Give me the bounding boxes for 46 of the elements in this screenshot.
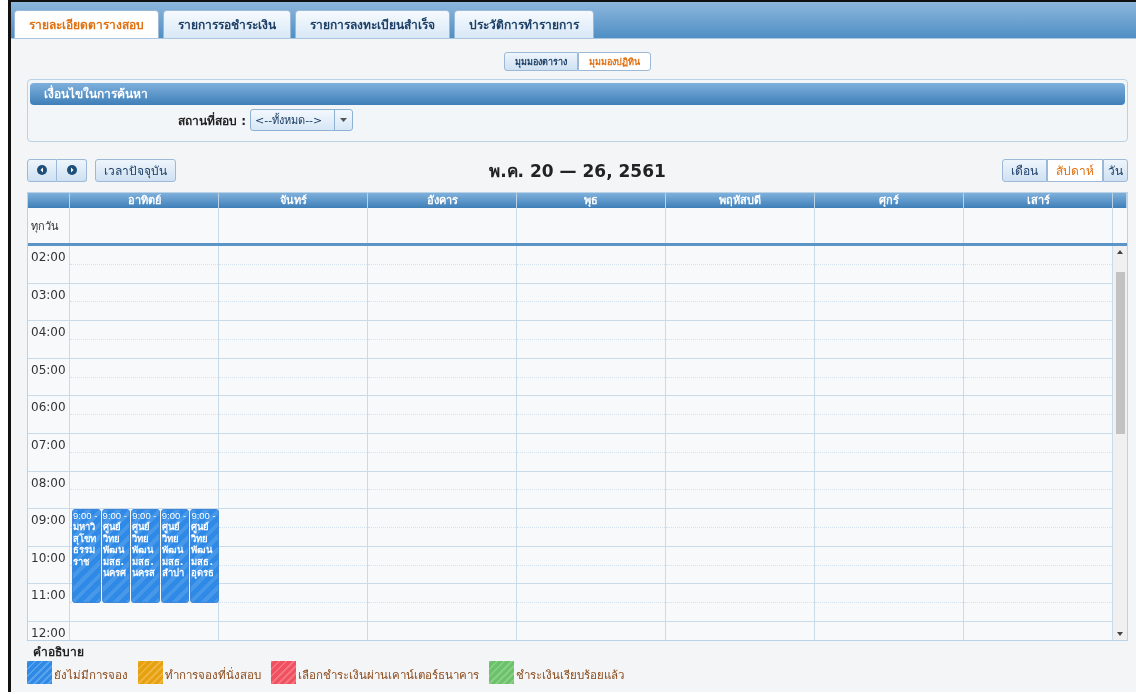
today-button[interactable]: เวลาปัจจุบัน (95, 158, 176, 182)
calendar-event[interactable]: 9:00 - ศูนย์ วิทย พัฒน มสธ. ลำปา (160, 509, 190, 604)
view-button[interactable]: เดือน (1002, 158, 1047, 182)
date-range-title: พ.ค. 20 — 26, 2561 (489, 159, 666, 183)
hour-label: 06:00 (31, 400, 66, 415)
tab[interactable]: รายการรอชำระเงิน (163, 10, 291, 38)
calendar-event[interactable]: 9:00 - ศูนย์ วิทย พัฒน มสธ. อุดรธ (190, 509, 219, 604)
view-toggle-button[interactable]: มุมมองตาราง (504, 52, 578, 71)
legend-label: ทำการจองที่นั่งสอบ (165, 666, 261, 684)
day-header: เสาร์ (964, 193, 1113, 208)
day-header: อังคาร (368, 193, 517, 208)
previous-button[interactable] (27, 158, 57, 182)
hour-label: 08:00 (31, 475, 66, 490)
day-header: พุธ (517, 193, 666, 208)
legend-label: ยังไม่มีการจอง (54, 667, 128, 684)
legend-label: เลือกชำระเงินผ่านเคาน์เตอร์ธนาคาร (298, 667, 479, 684)
hour-label: 04:00 (31, 325, 66, 340)
hour-label: 03:00 (31, 287, 66, 302)
calendar-event[interactable]: 9:00 - ศูนย์ วิทย พัฒน มสธ. นครส (131, 509, 160, 604)
calendar-event[interactable]: 9:00 - ศูนย์ วิทย พัฒน มสธ. นครศ (101, 509, 131, 604)
hour-label: 09:00 (31, 513, 66, 528)
legend-label: ชำระเงินเรียบร้อยแล้ว (516, 667, 624, 684)
calendar-event[interactable]: 9:00 - มหาวิ สุโขท ธรรม ราช (72, 509, 101, 604)
field-label: สถานที่สอบ : (178, 111, 246, 130)
panel-header: เงื่อนไขในการค้นหา (30, 83, 1125, 105)
hour-label: 02:00 (31, 250, 66, 264)
scrollbar[interactable] (1113, 246, 1127, 640)
scroll-down-icon (1117, 632, 1123, 636)
all-day-label: ทุกวัน (28, 208, 70, 243)
day-header: จันทร์ (219, 193, 368, 208)
view-button[interactable]: วัน (1103, 158, 1128, 182)
day-header: อาทิตย์ (70, 193, 219, 208)
tab[interactable]: รายการลงทะเบียนสำเร็จ (295, 10, 450, 38)
scroll-up-icon (1117, 250, 1123, 254)
hour-label: 12:00 (31, 625, 66, 640)
legend-title: คำอธิบาย (32, 644, 85, 661)
dropdown-caret-icon (340, 118, 348, 122)
tab[interactable]: ประวัติการทำรายการ (454, 10, 594, 38)
hour-label: 11:00 (31, 588, 66, 603)
day-header: พฤหัสบดี (666, 193, 815, 208)
next-button[interactable] (57, 158, 87, 182)
day-header: ศุกร์ (815, 193, 964, 208)
hour-label: 10:00 (31, 550, 66, 565)
hour-label: 05:00 (31, 362, 66, 377)
location-dropdown[interactable]: <--ทั้งหมด--> (250, 109, 354, 131)
hour-label: 07:00 (31, 437, 66, 452)
